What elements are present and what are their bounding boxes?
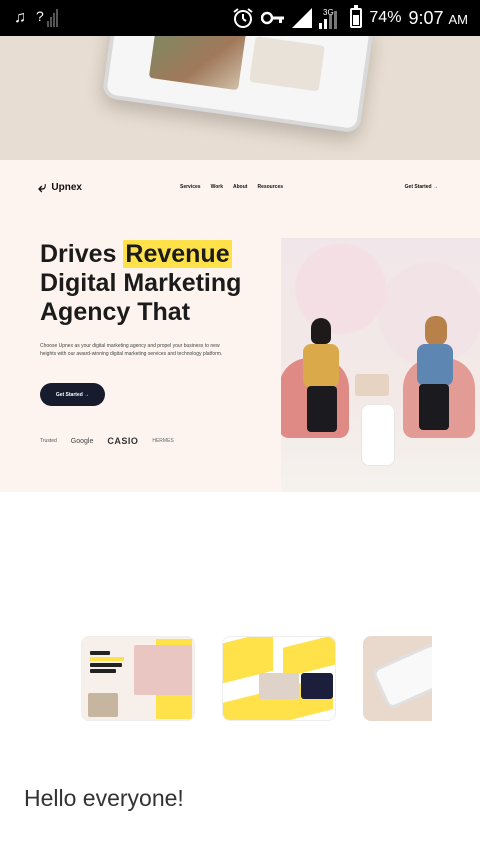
battery-icon: [350, 5, 363, 28]
nav-link-about: About: [233, 184, 248, 190]
site-nav: ⤶ Upnex Services Work About Resources Ge…: [38, 180, 442, 195]
brand-casio-logo: CASIO: [107, 436, 139, 446]
hero-get-started-button: Get Started →: [40, 383, 105, 406]
brand-hermes-logo: HERMES: [152, 438, 174, 444]
person-right-head: [425, 316, 447, 346]
thumb1-line: [90, 651, 110, 655]
status-bar-right: 3G 74% 9:07 AM: [232, 5, 468, 29]
person-right-legs: [419, 384, 449, 430]
brand-google-logo: Google: [70, 437, 94, 445]
thumb2-dark-card: [301, 673, 333, 699]
nav-get-started: Get Started →: [404, 184, 438, 190]
headline-highlight: Revenue: [123, 240, 232, 268]
clock-suffix: AM: [448, 11, 469, 27]
network-type-text: 3G: [323, 8, 334, 17]
hero-headline: Drives Revenue Digital Marketing Agency …: [40, 240, 280, 327]
headline-line1-pre: Drives: [40, 240, 124, 268]
headline-line-2: Digital Marketing: [40, 269, 242, 297]
thumb2-photo: [259, 673, 299, 699]
thumb1-headline: [90, 651, 126, 681]
headline-line-3: Agency That: [40, 298, 191, 326]
person-left-body: [303, 344, 339, 388]
clock: 9:07 AM: [408, 8, 468, 29]
alarm-icon: [233, 8, 254, 28]
thumb3-device: [371, 641, 432, 711]
thumb1-line: [90, 657, 124, 661]
nav-link-resources: Resources: [257, 184, 284, 190]
person-left-head: [311, 318, 331, 344]
status-bar-left: ♫ ?: [14, 7, 60, 29]
thumb1-card: [88, 693, 118, 717]
message-text: Hello everyone!: [24, 785, 184, 811]
battery-percent: 74%: [369, 9, 402, 26]
nav-link-work: Work: [210, 184, 223, 190]
person-left-legs: [307, 386, 337, 432]
photo-laptop: [355, 374, 389, 396]
hero-photo: [281, 238, 480, 492]
tablet-photo: [148, 36, 247, 91]
network-3g-icon: 3G: [319, 8, 338, 29]
trusted-label: Trusted: [40, 438, 57, 444]
thumbnail-3[interactable]: [363, 636, 432, 721]
thumb2-yellow-block: [283, 637, 335, 678]
thumb1-line: [90, 669, 116, 673]
image-thumbnails: [0, 636, 480, 722]
website-preview[interactable]: ⤶ Upnex Services Work About Resources Ge…: [0, 160, 480, 492]
svg-text:?: ?: [36, 8, 44, 24]
clock-time: 9:07: [408, 7, 444, 28]
trusted-brands: Trusted Google CASIO HERMES: [40, 436, 174, 446]
nav-links: Services Work About Resources: [180, 184, 283, 190]
headline-line-1: Drives Revenue: [40, 240, 280, 269]
photo-person-right: [417, 316, 453, 436]
photo-side-table: [361, 404, 395, 466]
logo-text: Upnex: [51, 181, 82, 193]
vpn-key-icon: [261, 11, 285, 25]
thumb1-photo: [134, 645, 192, 695]
site-logo: ⤶ Upnex: [38, 180, 82, 195]
nav-link-services: Services: [180, 184, 201, 190]
signal-icon: [292, 8, 313, 28]
logo-mark-icon: ⤶: [38, 178, 47, 196]
hero-description: Choose Upnex as your digital marketing a…: [40, 343, 223, 357]
tablet-card: [249, 36, 325, 92]
no-signal-icon: ?: [36, 8, 58, 27]
thumb1-line: [90, 663, 122, 667]
status-bar: ♫ ? 3G 74% 9:07 AM: [0, 0, 480, 36]
photo-person-left: [303, 318, 339, 438]
tablet-mockup: [101, 36, 375, 134]
person-right-body: [417, 344, 453, 386]
music-note-icon: ♫: [14, 9, 26, 26]
thumbnail-2[interactable]: [222, 636, 336, 721]
thumbnail-1[interactable]: [81, 636, 195, 721]
top-image[interactable]: [0, 36, 480, 160]
